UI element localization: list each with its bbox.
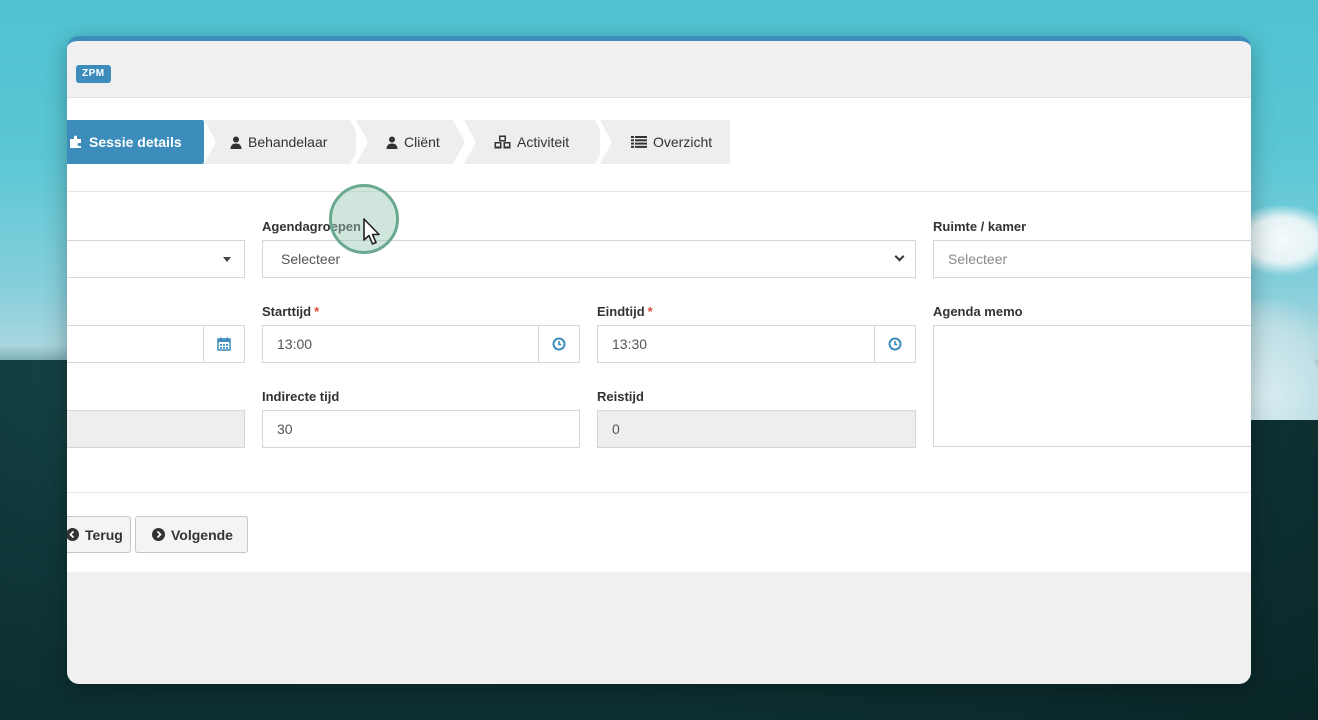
- agendagroepen-value: Selecteer: [281, 251, 341, 267]
- calendar-icon: [217, 337, 231, 351]
- eindtijd-input[interactable]: 13:30: [597, 325, 916, 363]
- mouse-pointer-icon: [363, 218, 380, 245]
- ruimte-placeholder: Selecteer: [948, 251, 1008, 267]
- zpm-badge: ZPM: [76, 65, 111, 83]
- puzzle-icon: [70, 135, 81, 148]
- chevron-down-icon: [894, 251, 905, 262]
- step-label: Overzicht: [653, 134, 713, 150]
- next-button[interactable]: Volgende: [135, 516, 248, 553]
- ruimte-select[interactable]: Selecteer: [933, 240, 1251, 278]
- step-behandelaar[interactable]: Behandelaar: [204, 120, 350, 164]
- step-label: Sessie details: [89, 134, 182, 150]
- app-window: ZPM Sessie details Behandelaar Cliënt Ac…: [67, 36, 1251, 684]
- wizard-content: Sessie details Behandelaar Cliënt Activi…: [67, 98, 1251, 572]
- step-activiteit[interactable]: Activiteit: [464, 120, 595, 164]
- top-bar: ZPM: [67, 41, 1251, 98]
- cubes-icon: [494, 135, 511, 149]
- reistijd-input: 0: [597, 410, 916, 448]
- indirecte-tijd-label: Indirecte tijd: [262, 389, 340, 404]
- step-arrow: [600, 120, 612, 164]
- reistijd-value: 0: [612, 421, 620, 437]
- arrow-circle-left-icon: [67, 528, 79, 541]
- step-label: Cliënt: [404, 134, 440, 150]
- user-icon: [386, 136, 398, 149]
- eindtijd-clock-button[interactable]: [874, 326, 915, 362]
- step-client[interactable]: Cliënt: [356, 120, 453, 164]
- starttijd-value: 13:00: [277, 336, 313, 352]
- eindtijd-value: 13:30: [612, 336, 648, 352]
- agenda-memo-label: Agenda memo: [933, 304, 1023, 319]
- date-input[interactable]: [67, 325, 245, 363]
- eindtijd-label: Eindtijd *: [597, 304, 653, 319]
- step-arrow: [356, 120, 368, 164]
- arrow-circle-right-icon: [152, 528, 165, 541]
- step-arrow: [464, 120, 476, 164]
- back-button[interactable]: Terug: [67, 516, 131, 553]
- caret-down-icon: [223, 257, 231, 262]
- left-readonly-field: [67, 410, 245, 448]
- divider: [67, 191, 1251, 192]
- clock-icon: [888, 337, 902, 351]
- step-overzicht[interactable]: Overzicht: [600, 120, 730, 164]
- divider: [67, 492, 1251, 493]
- agenda-memo-textarea[interactable]: [933, 325, 1251, 447]
- next-button-label: Volgende: [171, 526, 233, 543]
- indirecte-tijd-input[interactable]: 30: [262, 410, 580, 448]
- step-label: Activiteit: [517, 134, 570, 150]
- calendar-button[interactable]: [203, 326, 244, 362]
- back-button-label: Terug: [85, 526, 123, 543]
- indirecte-tijd-value: 30: [277, 421, 293, 437]
- left-select[interactable]: [67, 240, 245, 278]
- step-arrow: [204, 120, 216, 164]
- reistijd-label: Reistijd: [597, 389, 644, 404]
- starttijd-clock-button[interactable]: [538, 326, 579, 362]
- step-label: Behandelaar: [248, 134, 328, 150]
- starttijd-label: Starttijd *: [262, 304, 320, 319]
- user-icon: [230, 136, 242, 149]
- ruimte-label: Ruimte / kamer: [933, 219, 1027, 234]
- clock-icon: [552, 337, 566, 351]
- list-icon: [631, 136, 647, 148]
- starttijd-input[interactable]: 13:00: [262, 325, 580, 363]
- step-sessie-details[interactable]: Sessie details: [67, 120, 203, 164]
